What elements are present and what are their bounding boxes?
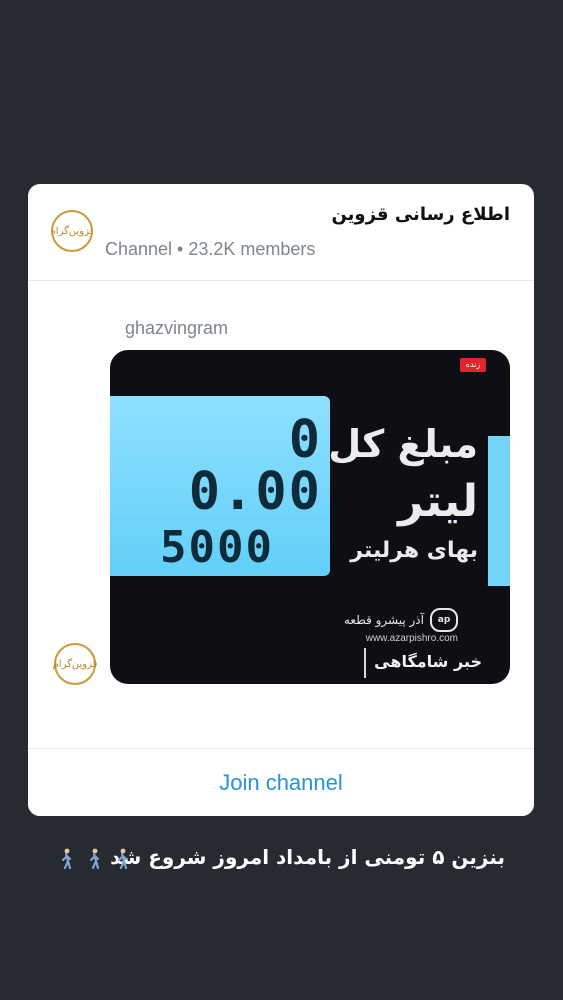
story-caption: بنزین ۵ تومنی از بامداد امروز شروع شد [110, 845, 505, 869]
person-walking-icon [117, 848, 128, 870]
pump-display-edge [488, 436, 510, 586]
channel-meta: Channel • 23.2K members [105, 239, 316, 259]
brand-logo-icon: ap [430, 608, 458, 632]
lcd-liter: 0.00 [188, 462, 322, 522]
person-walking-icon [89, 848, 100, 870]
post-video-thumbnail[interactable]: 0 0.00 5000 مبلغ کل لیتر بهای هرلیتر زند… [110, 350, 510, 684]
post-avatar[interactable]: قزوین‌گرام [52, 643, 98, 685]
live-badge: زنده [460, 358, 486, 372]
channel-title: اطلاع رسانی قزوین [331, 204, 510, 225]
brand-name: آذر پیشرو قطعه [344, 613, 424, 627]
lcd-price: 5000 [160, 522, 274, 573]
brand-row: ap آذر پیشرو قطعه [344, 608, 458, 632]
channel-avatar[interactable]: قزوین‌گرام [51, 210, 93, 252]
avatar-logo-text: قزوین‌گرام [51, 225, 93, 237]
lcd-amount: 0 [288, 410, 322, 470]
header-divider [28, 280, 534, 281]
label-liter: لیتر [398, 476, 478, 527]
join-channel-button[interactable]: Join channel [28, 749, 534, 816]
label-unit-price: بهای هرلیتر [350, 538, 478, 563]
news-label: خبر شامگاهی [374, 652, 482, 671]
person-walking-icon [61, 848, 72, 870]
label-total: مبلغ کل [328, 422, 478, 466]
news-separator [364, 648, 366, 678]
channel-header[interactable]: قزوین‌گرام اطلاع رسانی قزوین Channel • 2… [28, 184, 534, 280]
avatar-logo-text: قزوین‌گرام [52, 658, 98, 670]
post-author: ghazvingram [125, 318, 229, 338]
brand-url: www.azarpishro.com [365, 633, 458, 644]
channel-card: قزوین‌گرام اطلاع رسانی قزوین Channel • 2… [28, 184, 534, 816]
